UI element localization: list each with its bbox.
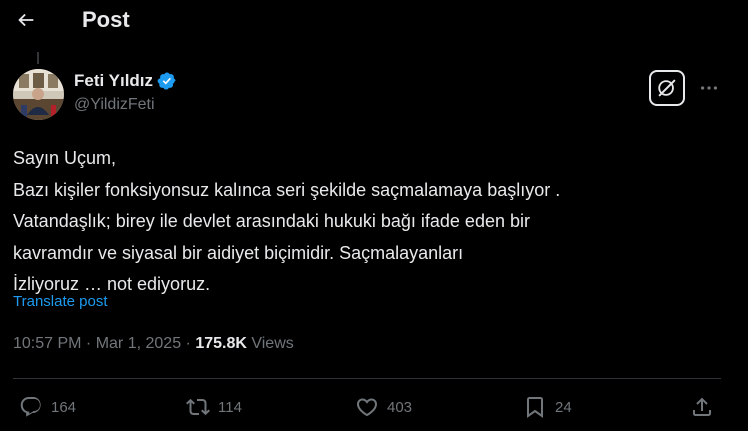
divider — [13, 378, 721, 379]
tweet-text-line: Vatandaşlık; birey ile devlet arasındaki… — [13, 211, 530, 231]
heart-icon — [356, 398, 378, 417]
tweet-text-line: İzliyoruz … not ediyoruz. — [13, 274, 211, 294]
page-title: Post — [82, 7, 130, 32]
meta-separator: · — [81, 335, 96, 352]
share-icon — [693, 397, 711, 416]
post-header: Post — [0, 0, 748, 42]
reply-button[interactable]: 164 — [19, 394, 76, 420]
tweet-text-line: kavramdır ve siyasal bir aidiyet biçimid… — [13, 242, 464, 263]
bookmark-icon — [527, 397, 543, 418]
more-dots-icon — [700, 86, 718, 90]
like-count: 403 — [387, 398, 413, 416]
tweet-text-line: Bazı kişiler fonksiyonsuz kalınca seri ş… — [13, 179, 561, 200]
grok-button[interactable] — [649, 70, 685, 106]
reply-icon — [20, 397, 41, 417]
arrow-left-icon — [18, 13, 34, 27]
avatar-image — [13, 69, 64, 120]
thread-connector-line — [37, 52, 39, 64]
back-button[interactable] — [13, 7, 39, 33]
bookmark-button[interactable]: 24 — [523, 394, 572, 420]
bookmark-count: 24 — [555, 398, 572, 416]
repost-icon — [186, 398, 210, 416]
tweet-meta: 10:57 PM · Mar 1, 2025 · 175.8K Views — [13, 335, 294, 353]
more-options-button[interactable] — [696, 76, 722, 100]
tweet-date[interactable]: Mar 1, 2025 — [96, 335, 181, 352]
share-button[interactable] — [690, 394, 714, 420]
grok-icon — [658, 79, 676, 97]
verified-badge-icon[interactable] — [157, 71, 177, 91]
meta-separator: · — [181, 335, 196, 352]
like-button[interactable]: 403 — [355, 394, 412, 420]
tweet-time[interactable]: 10:57 PM — [13, 335, 81, 352]
tweet-text: Sayın Uçum, Bazı kişiler fonksiyonsuz ka… — [13, 143, 713, 301]
author-handle[interactable]: @YildizFeti — [74, 96, 155, 114]
author-name-row: Feti Yıldız — [74, 70, 177, 92]
views-count: 175.8K — [195, 335, 247, 352]
translate-post-link[interactable]: Translate post — [13, 293, 108, 310]
reply-count: 164 — [51, 398, 77, 416]
tweet-text-line: Sayın Uçum, — [13, 148, 117, 168]
views-label: Views — [251, 335, 294, 352]
repost-count: 114 — [218, 398, 242, 416]
avatar[interactable] — [13, 69, 64, 120]
repost-button[interactable]: 114 — [186, 394, 242, 420]
author-name[interactable]: Feti Yıldız — [74, 71, 153, 91]
